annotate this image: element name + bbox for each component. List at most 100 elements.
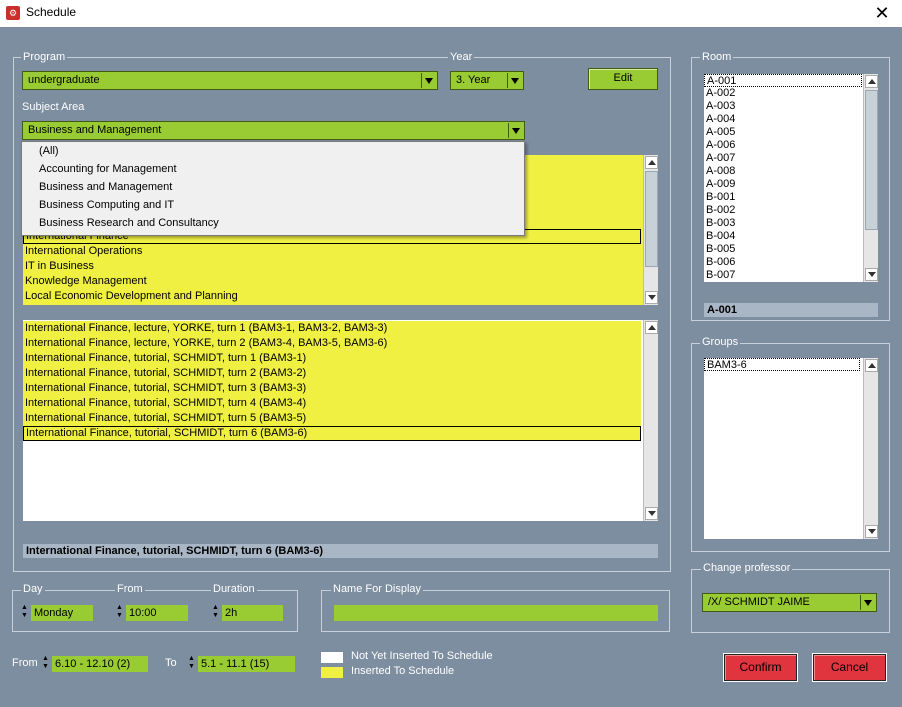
display-name-label: Name For Display <box>331 583 424 595</box>
list-item[interactable]: A-008 <box>704 165 862 178</box>
cancel-button[interactable]: Cancel <box>813 654 886 681</box>
range-from-spinner-icon[interactable]: ▲ ▼ <box>41 655 50 673</box>
close-icon[interactable]: ✕ <box>870 2 894 24</box>
list-item[interactable]: A-002 <box>704 87 862 100</box>
range-from-field[interactable]: 6.10 - 12.10 (2) <box>52 656 148 672</box>
scroll-thumb[interactable] <box>645 171 658 267</box>
program-value: undergraduate <box>28 74 100 86</box>
groups-label: Groups <box>700 336 741 348</box>
year-select[interactable]: 3. Year <box>450 71 524 90</box>
program-select[interactable]: undergraduate <box>22 71 438 90</box>
list-item[interactable]: A-003 <box>704 100 862 113</box>
scroll-down-icon[interactable] <box>865 268 878 281</box>
list-item[interactable]: International Finance, tutorial, SCHMIDT… <box>23 426 641 441</box>
dropdown-item[interactable]: Business and Management <box>22 178 524 196</box>
subject-area-dropdown[interactable]: (All) Accounting for Management Business… <box>21 141 525 236</box>
change-professor-label: Change professor <box>701 562 793 574</box>
scroll-down-icon[interactable] <box>645 507 658 520</box>
program-label: Program <box>21 51 68 63</box>
chevron-down-icon[interactable] <box>421 73 436 88</box>
dropdown-item[interactable]: Accounting for Management <box>22 160 524 178</box>
range-to-spinner-icon[interactable]: ▲ ▼ <box>187 655 196 673</box>
groups-list[interactable]: BAM3-6 <box>704 358 878 539</box>
duration-label: Duration <box>211 583 257 595</box>
from-time-field[interactable]: 10:00 <box>126 605 188 621</box>
list-item[interactable]: International Finance, lecture, YORKE, t… <box>23 336 641 351</box>
not-inserted-swatch <box>321 652 343 663</box>
list-item[interactable]: IT in Business <box>23 259 641 274</box>
day-field[interactable]: Monday <box>31 605 93 621</box>
list-item[interactable]: Local Economic Development and Planning <box>23 289 641 304</box>
list-item[interactable]: A-009 <box>704 178 862 191</box>
list-item[interactable]: BAM3-6 <box>704 358 860 371</box>
app-icon: ⚙ <box>6 6 20 20</box>
day-spinner-icon[interactable]: ▲ ▼ <box>20 604 29 622</box>
title-bar: ⚙ Schedule ✕ <box>0 0 902 27</box>
list-item[interactable]: B-002 <box>704 204 862 217</box>
day-label: Day <box>21 583 45 595</box>
list-item[interactable]: B-003 <box>704 217 862 230</box>
room-list[interactable]: A-001 A-002 A-003 A-004 A-005 A-006 A-00… <box>704 74 878 282</box>
chevron-down-icon[interactable] <box>508 123 523 138</box>
range-to-field[interactable]: 5.1 - 11.1 (15) <box>198 656 295 672</box>
scroll-down-icon[interactable] <box>645 291 658 304</box>
list-item[interactable]: Knowledge Management <box>23 274 641 289</box>
list-item[interactable]: International Finance, tutorial, SCHMIDT… <box>23 366 641 381</box>
professor-select[interactable]: /X/ SCHMIDT JAIME <box>702 593 877 612</box>
from-label: From <box>115 583 145 595</box>
scroll-down-icon[interactable] <box>865 525 878 538</box>
list-item[interactable]: International Operations <box>23 244 641 259</box>
list-item[interactable]: A-004 <box>704 113 862 126</box>
list-item[interactable]: A-007 <box>704 152 862 165</box>
chevron-down-icon[interactable] <box>860 595 875 610</box>
professor-value: /X/ SCHMIDT JAIME <box>708 596 810 608</box>
duration-field[interactable]: 2h <box>222 605 283 621</box>
from-spinner-icon[interactable]: ▲ ▼ <box>115 604 124 622</box>
list-item[interactable]: B-007 <box>704 269 862 282</box>
list-item[interactable]: A-006 <box>704 139 862 152</box>
selected-room-bar: A-001 <box>704 303 878 317</box>
list-item[interactable]: International Finance, lecture, YORKE, t… <box>23 321 641 336</box>
list-item[interactable]: B-004 <box>704 230 862 243</box>
room-label: Room <box>700 51 734 63</box>
range-to-label: To <box>165 657 177 669</box>
edit-button[interactable]: Edit <box>588 68 658 90</box>
chevron-down-icon[interactable] <box>507 73 522 88</box>
inserted-swatch <box>321 667 343 678</box>
courses-list[interactable]: International Finance, lecture, YORKE, t… <box>23 320 658 521</box>
dropdown-item[interactable]: Business Computing and IT <box>22 196 524 214</box>
inserted-legend: Inserted To Schedule <box>351 665 455 677</box>
subject-area-label: Subject Area <box>22 101 85 113</box>
scroll-up-icon[interactable] <box>645 321 658 334</box>
list-item[interactable]: International Finance, tutorial, SCHMIDT… <box>23 351 641 366</box>
list-item[interactable]: International Finance, tutorial, SCHMIDT… <box>23 396 641 411</box>
list-item[interactable]: B-005 <box>704 243 862 256</box>
scroll-up-icon[interactable] <box>645 156 658 169</box>
courses-scrollbar[interactable] <box>643 320 658 521</box>
dropdown-item[interactable]: (All) <box>22 142 524 160</box>
not-inserted-legend: Not Yet Inserted To Schedule <box>351 650 493 662</box>
list-item[interactable]: International Finance, tutorial, SCHMIDT… <box>23 381 641 396</box>
list-item[interactable]: A-005 <box>704 126 862 139</box>
list-item[interactable]: B-001 <box>704 191 862 204</box>
range-from-label: From <box>12 657 38 669</box>
list-item[interactable]: A-001 <box>704 74 862 87</box>
list-item[interactable]: B-006 <box>704 256 862 269</box>
scroll-up-icon[interactable] <box>865 75 878 88</box>
dialog-body: Program Year undergraduate 3. Year Edit … <box>0 27 902 707</box>
display-name-input[interactable] <box>334 605 658 621</box>
subject-area-value: Business and Management <box>28 124 162 136</box>
groups-scrollbar[interactable] <box>863 358 878 539</box>
scroll-up-icon[interactable] <box>865 359 878 372</box>
subject-area-select[interactable]: Business and Management <box>22 121 525 140</box>
duration-spinner-icon[interactable]: ▲ ▼ <box>211 604 220 622</box>
selected-course-bar: International Finance, tutorial, SCHMIDT… <box>23 544 658 558</box>
list-item[interactable]: International Finance, tutorial, SCHMIDT… <box>23 411 641 426</box>
year-value: 3. Year <box>456 74 491 86</box>
scroll-thumb[interactable] <box>865 90 878 230</box>
subjects-scrollbar[interactable] <box>643 155 658 305</box>
confirm-button[interactable]: Confirm <box>724 654 797 681</box>
year-label: Year <box>448 51 475 63</box>
room-scrollbar[interactable] <box>863 74 878 282</box>
dropdown-item[interactable]: Business Research and Consultancy <box>22 214 524 232</box>
